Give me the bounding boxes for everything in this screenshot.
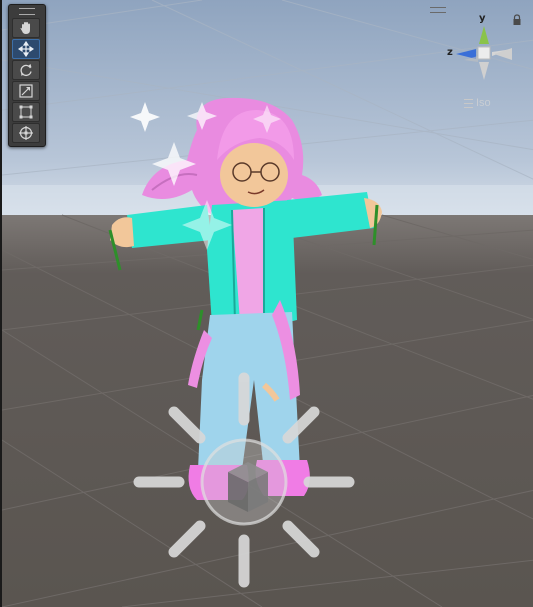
light-cube [228, 462, 268, 512]
move-tool-button[interactable] [12, 39, 40, 59]
rotate-icon [20, 64, 32, 77]
y-axis-label: y [479, 13, 486, 24]
scale-tool-button[interactable] [12, 81, 40, 101]
hand-icon [20, 22, 30, 34]
hand-tool-button[interactable] [12, 18, 40, 38]
transform-tool-button[interactable] [12, 123, 40, 143]
rect-tool-button[interactable] [12, 102, 40, 122]
scene-view[interactable]: y z Iso [0, 0, 533, 607]
tool-palette-grip[interactable] [9, 5, 45, 17]
z-axis-label: z [447, 47, 453, 58]
projection-toggle[interactable]: Iso [464, 96, 491, 110]
y-axis-cone [479, 26, 489, 44]
rect-icon [19, 105, 33, 119]
lock-icon[interactable] [512, 14, 522, 26]
transform-icon [19, 126, 33, 140]
menu-lines-icon [464, 98, 473, 108]
projection-label: Iso [476, 97, 491, 109]
tool-palette [8, 4, 46, 147]
rotate-tool-button[interactable] [12, 60, 40, 80]
scale-icon [19, 84, 33, 98]
move-icon [18, 41, 34, 57]
